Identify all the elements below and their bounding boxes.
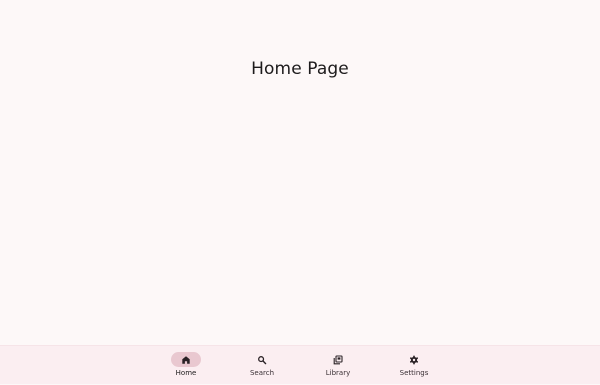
nav-label-settings: Settings [399, 369, 429, 377]
nav-label-library: Library [325, 369, 351, 377]
home-icon [182, 356, 190, 364]
nav-label-search: Search [249, 369, 275, 377]
search-icon [258, 356, 267, 365]
settings-icon [409, 355, 419, 365]
page-title: Home Page [251, 59, 349, 79]
bottom-navigation-bar: Home Search Library Settings [0, 345, 600, 384]
nav-item-search[interactable]: Search [224, 346, 300, 385]
nav-item-library[interactable]: Library [300, 346, 376, 385]
page-content: Home Page [0, 0, 600, 345]
library-icon [333, 355, 343, 365]
nav-item-settings[interactable]: Settings [376, 346, 452, 385]
nav-label-home: Home [175, 369, 197, 377]
nav-item-home[interactable]: Home [148, 346, 224, 385]
